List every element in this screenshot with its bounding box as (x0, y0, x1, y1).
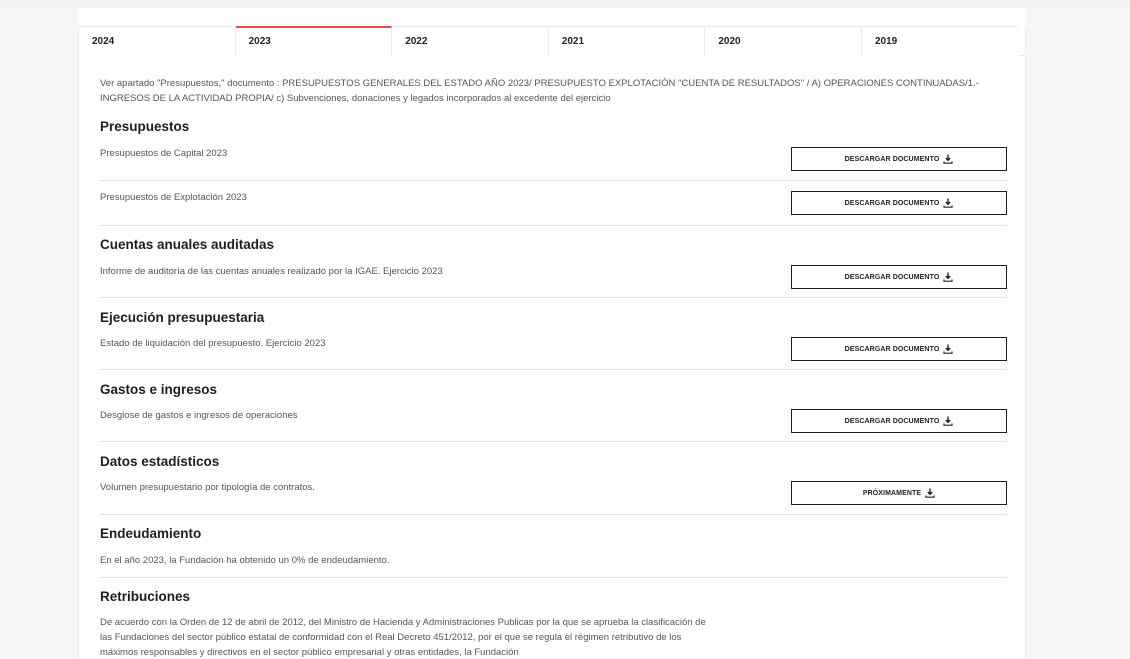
left-background (0, 8, 78, 659)
download-button-label: DESCARGAR DOCUMENTO (844, 199, 940, 207)
download-button-label: PRÓXIMAMENTE (862, 489, 922, 497)
download-button-capital[interactable]: DESCARGAR DOCUMENTO (791, 147, 1007, 171)
section-title-datos: Datos estadísticos (100, 454, 220, 469)
content-panel: 2024 2023 2022 2021 2020 2019 Ver aparta… (78, 26, 1026, 659)
section-title-endeudamiento: Endeudamiento (100, 526, 202, 541)
presupuestos-capital-desc: Presupuestos de Capital 2023 (100, 148, 228, 159)
ejecucion-desc: Estado de liquidación del presupuesto. E… (100, 338, 326, 349)
download-icon (943, 198, 953, 208)
row-divider (100, 577, 1007, 578)
cuentas-desc: Informe de auditoría de las cuentas anua… (100, 266, 443, 277)
row-divider (100, 180, 1007, 181)
download-button-explotacion[interactable]: DESCARGAR DOCUMENTO (791, 191, 1007, 215)
row-divider (100, 441, 1007, 442)
retribuciones-desc: De acuerdo con la Orden de 12 de abril d… (100, 617, 706, 658)
row-divider (100, 225, 1007, 226)
download-button-cuentas[interactable]: DESCARGAR DOCUMENTO (791, 265, 1007, 289)
tab-2020[interactable]: 2020 (705, 26, 862, 56)
row-divider (100, 369, 1007, 370)
download-icon (943, 154, 953, 164)
section-title-presupuestos: Presupuestos (100, 119, 190, 134)
right-background (1026, 8, 1130, 659)
row-divider (100, 297, 1007, 298)
datos-desc: Volumen presupuestario por tipología de … (100, 482, 315, 493)
tab-2021[interactable]: 2021 (548, 26, 706, 56)
endeudamiento-desc: En el año 2023, la Fundación ha obtenido… (100, 555, 390, 566)
section-title-cuentas: Cuentas anuales auditadas (100, 237, 275, 252)
download-icon (943, 272, 953, 282)
tab-2022[interactable]: 2022 (392, 26, 549, 56)
intro-text: Ver apartado "Presupuestos," documento :… (100, 78, 979, 104)
download-icon (925, 488, 935, 498)
download-button-gastos[interactable]: DESCARGAR DOCUMENTO (791, 409, 1007, 433)
tab-2024[interactable]: 2024 (79, 26, 236, 56)
year-tabs: 2024 2023 2022 2021 2020 2019 (79, 26, 1025, 56)
download-button-label: DESCARGAR DOCUMENTO (844, 345, 940, 353)
gastos-desc: Desglose de gastos e ingresos de operaci… (100, 410, 298, 421)
download-icon (943, 416, 953, 426)
download-button-label: DESCARGAR DOCUMENTO (844, 417, 940, 425)
section-title-ejecucion: Ejecución presupuestaria (100, 310, 265, 325)
section-title-gastos: Gastos e ingresos (100, 382, 218, 397)
download-button-label: DESCARGAR DOCUMENTO (844, 155, 940, 163)
proximamente-button[interactable]: PRÓXIMAMENTE (791, 481, 1007, 505)
presupuestos-explotacion-desc: Presupuestos de Explotación 2023 (100, 192, 247, 203)
download-button-label: DESCARGAR DOCUMENTO (844, 273, 940, 281)
section-title-retribuciones: Retribuciones (100, 589, 191, 604)
top-strip (0, 0, 1130, 8)
tab-2023[interactable]: 2023 (235, 26, 393, 56)
row-divider (100, 514, 1007, 515)
download-icon (943, 344, 953, 354)
tab-2019[interactable]: 2019 (861, 26, 1019, 56)
download-button-ejecucion[interactable]: DESCARGAR DOCUMENTO (791, 337, 1007, 361)
